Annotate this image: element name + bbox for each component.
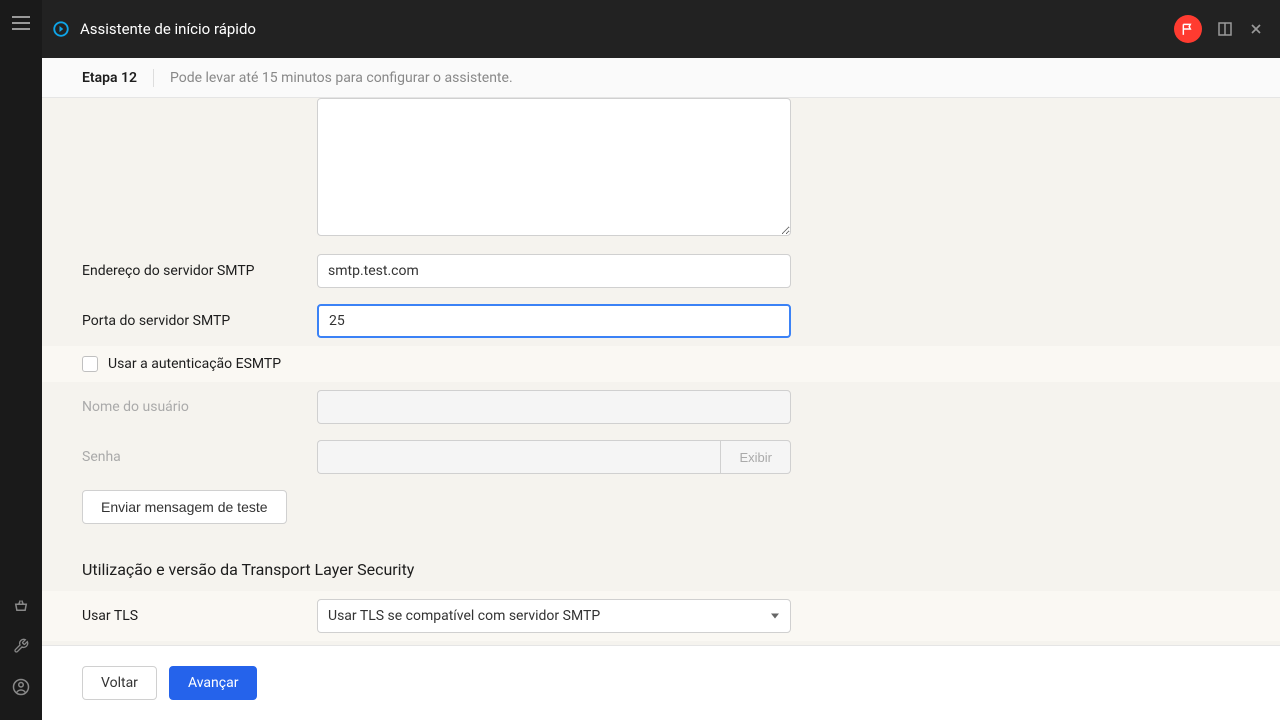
back-button[interactable]: Voltar: [82, 666, 157, 700]
send-test-button[interactable]: Enviar mensagem de teste: [82, 490, 287, 524]
step-description: Pode levar até 15 minutos para configura…: [170, 70, 513, 86]
flag-badge[interactable]: [1174, 15, 1202, 43]
smtp-port-input[interactable]: [317, 304, 791, 338]
tls-select[interactable]: Usar TLS se compatível com servidor SMTP: [317, 599, 791, 633]
password-label: Senha: [82, 449, 317, 465]
show-password-button: Exibir: [720, 440, 791, 474]
wizard-icon: [52, 20, 70, 38]
basket-icon[interactable]: [12, 596, 30, 618]
next-button[interactable]: Avançar: [169, 666, 258, 700]
step-label: Etapa 12: [82, 70, 137, 86]
menu-icon[interactable]: [12, 16, 30, 30]
app-main: Assistente de início rápido Etapa 12 Pod…: [42, 0, 1280, 720]
username-label: Nome do usuário: [82, 399, 317, 415]
divider: [153, 69, 154, 87]
smtp-address-label: Endereço do servidor SMTP: [82, 263, 317, 279]
tls-label: Usar TLS: [82, 608, 317, 624]
esmtp-label: Usar a autenticação ESMTP: [108, 356, 281, 372]
message-textarea[interactable]: [317, 98, 791, 236]
content: Endereço do servidor SMTP Porta do servi…: [42, 98, 1280, 645]
footer: Voltar Avançar: [42, 645, 1280, 720]
close-icon[interactable]: [1248, 21, 1264, 37]
header-title: Assistente de início rápido: [80, 20, 256, 38]
wrench-icon[interactable]: [13, 638, 29, 658]
sub-header: Etapa 12 Pode levar até 15 minutos para …: [42, 58, 1280, 98]
esmtp-checkbox[interactable]: [82, 356, 98, 372]
header: Assistente de início rápido: [42, 0, 1280, 58]
smtp-port-label: Porta do servidor SMTP: [82, 313, 317, 329]
smtp-address-input[interactable]: [317, 254, 791, 288]
bookmark-icon[interactable]: [1216, 20, 1234, 38]
password-input: [317, 440, 720, 474]
tls-section-heading: Utilização e versão da Transport Layer S…: [82, 532, 1240, 591]
user-circle-icon[interactable]: [12, 678, 30, 700]
username-input: [317, 390, 791, 424]
app-sidebar: [0, 0, 42, 720]
